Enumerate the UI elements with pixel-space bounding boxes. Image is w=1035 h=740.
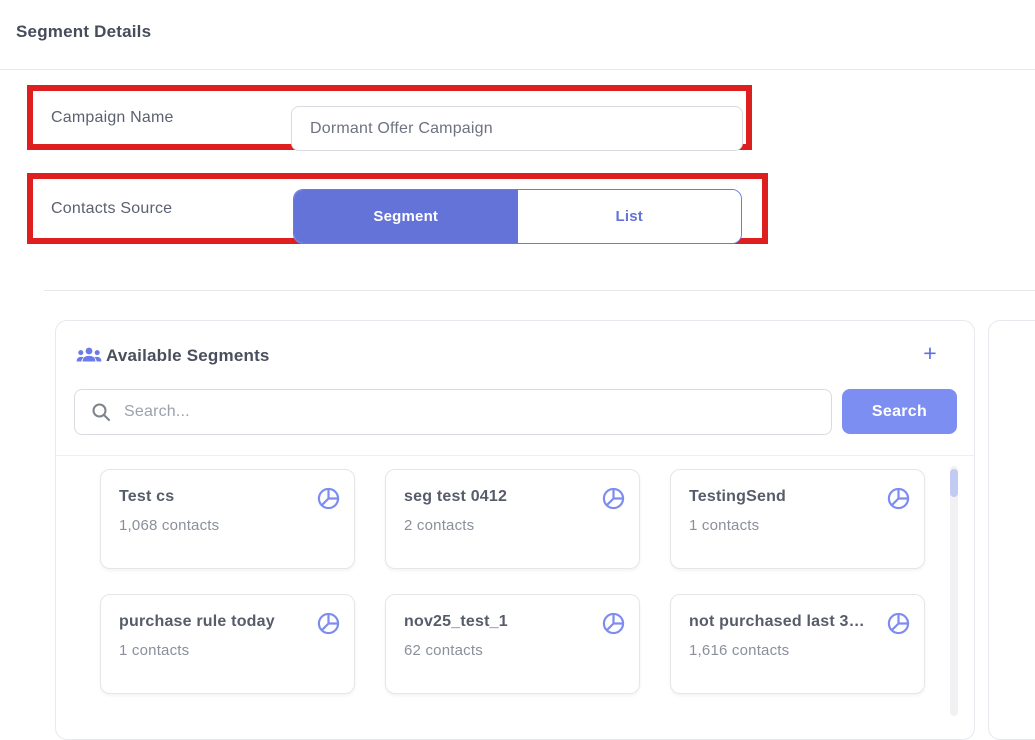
segment-name: seg test 0412 <box>404 488 591 506</box>
selected-segments-panel-edge <box>988 320 1035 740</box>
add-segment-button[interactable]: + <box>914 337 946 369</box>
segment-name: nov25_test_1 <box>404 613 591 631</box>
segment-contacts-count: 1 contacts <box>689 517 759 534</box>
available-segments-title: Available Segments <box>106 346 270 366</box>
segments-scrollbar-track[interactable] <box>950 466 958 716</box>
annotation-box-campaign-name: Campaign Name <box>27 85 752 150</box>
pie-chart-icon <box>316 486 341 511</box>
available-segments-panel: Available Segments + Search Test cs 1,06… <box>55 320 975 740</box>
pie-chart-icon <box>886 486 911 511</box>
segment-name: Test cs <box>119 488 306 506</box>
segment-card-test-cs[interactable]: Test cs 1,068 contacts <box>100 469 355 569</box>
toggle-segment-button[interactable]: Segment <box>294 190 518 243</box>
users-icon <box>76 344 102 366</box>
pie-chart-icon <box>316 611 341 636</box>
pie-chart-icon <box>601 486 626 511</box>
segment-contacts-count: 2 contacts <box>404 517 474 534</box>
segment-name: not purchased last 3… <box>689 613 876 631</box>
page-title: Segment Details <box>16 22 151 42</box>
campaign-name-input[interactable] <box>291 106 743 151</box>
contacts-source-toggle: Segment List <box>293 189 742 244</box>
segment-card-not-purchased-last-3[interactable]: not purchased last 3… 1,616 contacts <box>670 594 925 694</box>
search-button[interactable]: Search <box>842 389 957 434</box>
section-divider <box>44 290 1035 291</box>
segment-card-nov25-test-1[interactable]: nov25_test_1 62 contacts <box>385 594 640 694</box>
segment-contacts-count: 1,616 contacts <box>689 642 789 659</box>
segments-scrollbar-thumb[interactable] <box>950 469 958 497</box>
annotation-box-contacts-source: Contacts Source Segment List <box>27 173 768 244</box>
segment-search-input[interactable] <box>74 389 832 435</box>
segment-card-seg-test-0412[interactable]: seg test 0412 2 contacts <box>385 469 640 569</box>
pie-chart-icon <box>886 611 911 636</box>
segment-contacts-count: 1 contacts <box>119 642 189 659</box>
toggle-list-button[interactable]: List <box>518 190 742 243</box>
segment-card-purchase-rule-today[interactable]: purchase rule today 1 contacts <box>100 594 355 694</box>
contacts-source-label: Contacts Source <box>51 200 172 218</box>
campaign-name-label: Campaign Name <box>51 109 174 127</box>
segment-name: purchase rule today <box>119 613 306 631</box>
header-divider <box>0 69 1035 70</box>
segment-card-testingsend[interactable]: TestingSend 1 contacts <box>670 469 925 569</box>
segment-name: TestingSend <box>689 488 876 506</box>
segment-contacts-count: 1,068 contacts <box>119 517 219 534</box>
panel-divider <box>56 455 974 456</box>
segment-contacts-count: 62 contacts <box>404 642 483 659</box>
pie-chart-icon <box>601 611 626 636</box>
